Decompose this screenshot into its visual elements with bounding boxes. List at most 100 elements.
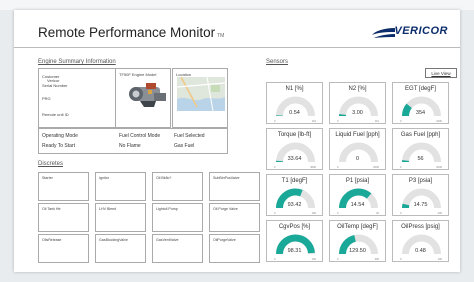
discrete-label: Ignitor <box>99 176 109 180</box>
gauge-dial <box>402 188 441 209</box>
sensors-title: Sensors <box>266 59 289 65</box>
discrete-indicator: LHV Bleed <box>95 203 146 232</box>
gauge-dial <box>339 234 378 255</box>
gauge-min: 0 <box>400 258 402 261</box>
discretes-title: Discretes <box>38 161 64 167</box>
gauge-value: 0.48 <box>415 248 426 254</box>
gauge-card: Gas Fuel [pph] 56 0 2000 <box>392 128 449 170</box>
gauge-card: T1 [degF] 93.42 0 150 <box>266 174 323 216</box>
discrete-label: Starter <box>42 176 53 180</box>
gauge-dial <box>276 188 315 209</box>
gauge-card: P1 [psia] 14.54 0 20 <box>329 174 386 216</box>
location-map[interactable] <box>177 77 225 111</box>
engine-info-panel: Customer Vericor Serial Number PRG Remot… <box>38 68 122 128</box>
gauge-label: Liquid Fuel [pph] <box>335 132 380 138</box>
gauge-max: 3000 <box>310 166 316 169</box>
gauge-value: 354 <box>415 110 426 116</box>
discrete-label: SubBinPosValve <box>213 176 240 180</box>
gauge-value: 14.75 <box>413 202 428 208</box>
gauge-value: 93.42 <box>287 202 302 208</box>
gauge-value: 3.00 <box>352 110 363 116</box>
live-view-button[interactable]: Live View <box>425 68 457 78</box>
gauge-value: 33.64 <box>287 156 302 162</box>
gauge-max: 100 <box>311 258 316 261</box>
gauge-label: N1 [%] <box>285 86 304 92</box>
logo-text: VERICOR <box>394 25 448 37</box>
gauge-min: 0 <box>400 120 402 123</box>
background-strip <box>0 0 474 10</box>
location-panel: Location <box>172 68 228 128</box>
gauge-label: T1 [degF] <box>281 178 308 184</box>
fuel-control-mode-label: Fuel Control Mode <box>119 133 161 139</box>
gauge-value: 0.54 <box>289 110 300 116</box>
gauge-card: OilPress [psig] 0.48 0 100 <box>392 220 449 262</box>
app-header: Remote Performance Monitor TM VERICOR <box>14 10 460 48</box>
gauge-value: 129.50 <box>349 248 366 254</box>
field-serial-label: Serial Number <box>42 83 68 88</box>
gauge-min: 0 <box>400 166 402 169</box>
gauge-max: 100 <box>437 258 442 261</box>
gauge-dial <box>402 96 441 117</box>
operating-mode-label: Operating Mode <box>42 133 78 139</box>
gauge-max: 110 <box>311 120 316 123</box>
gauge-dial <box>276 234 315 255</box>
discrete-label: Lightoil Pump <box>156 207 178 211</box>
trademark-mark: TM <box>217 33 225 39</box>
discrete-label: LHV Bleed <box>99 207 117 211</box>
gauge-min: 0 <box>274 212 276 215</box>
discrete-indicator: OilPurgeValve <box>209 234 260 263</box>
gauge-label: Gas Fuel [pph] <box>400 132 441 138</box>
vericor-logo: VERICOR <box>370 24 448 42</box>
engine-model-label: TF50F Engine Model <box>119 72 157 77</box>
discrete-label: Oil Bkflo? <box>156 176 172 180</box>
gauge-max: 110 <box>374 120 379 123</box>
discrete-label: Oil Tank Htr <box>42 207 61 211</box>
gauge-min: 0 <box>274 120 276 123</box>
gauge-min: 0 <box>274 258 276 261</box>
field-prg-label: PRG <box>42 96 51 101</box>
gauge-value: 56 <box>417 156 424 162</box>
discrete-label: OilPurgeValve <box>213 238 236 242</box>
gauge-label: P1 [psia] <box>345 178 370 184</box>
gauge-dial <box>276 96 315 117</box>
gauge-label: P3 [psia] <box>408 178 433 184</box>
operating-mode-value: Ready To Start <box>42 143 75 149</box>
gauge-max: 300 <box>374 258 379 261</box>
discrete-indicator: GasVentValve <box>152 234 203 263</box>
field-remote-unit-label: Remote unit ID <box>42 112 69 117</box>
gauge-value: 0 <box>355 156 360 162</box>
gauge-card: EGT [degF] 354 0 1600 <box>392 82 449 124</box>
gauge-max: 2000 <box>373 166 379 169</box>
gauge-dial <box>339 96 378 117</box>
discrete-label: GasVentValve <box>156 238 179 242</box>
fuel-control-mode-value: No Flame <box>119 143 141 149</box>
gauge-card: N1 [%] 0.54 0 110 <box>266 82 323 124</box>
gauge-card: P3 [psia] 14.75 0 200 <box>392 174 449 216</box>
discrete-indicator: OilsRelease <box>38 234 89 263</box>
gauge-max: 2000 <box>436 166 442 169</box>
gauge-label: OilPress [psig] <box>401 224 440 230</box>
gauge-dial <box>276 142 315 163</box>
engine-image <box>129 83 166 107</box>
modes-panel: Operating Mode Ready To Start Fuel Contr… <box>38 128 228 154</box>
app-window: Remote Performance Monitor TM VERICOR Eng… <box>14 10 460 272</box>
discrete-indicator: Starter <box>38 172 89 201</box>
gauge-label: CgvPos [%] <box>278 224 311 230</box>
discrete-indicator: GasBlockingValve <box>95 234 146 263</box>
gauge-dial <box>339 142 378 163</box>
gauge-value: 14.54 <box>350 202 365 208</box>
gauge-card: OilTemp [degF] 129.50 0 300 <box>329 220 386 262</box>
gauge-label: N2 [%] <box>348 86 367 92</box>
gauge-max: 1600 <box>436 120 442 123</box>
discrete-indicator: Ignitor <box>95 172 146 201</box>
gauge-min: 0 <box>337 120 339 123</box>
gauge-label: Torque [lb-ft] <box>277 132 312 138</box>
gauge-card: N2 [%] 3.00 0 110 <box>329 82 386 124</box>
gauge-min: 0 <box>274 166 276 169</box>
engine-summary-title: Engine Summary Information <box>38 59 116 65</box>
gauge-card: Torque [lb-ft] 33.64 0 3000 <box>266 128 323 170</box>
discrete-indicator: Oil Purge Valve <box>209 203 260 232</box>
logo-swoosh-icon <box>372 28 395 38</box>
gauge-dial <box>339 188 378 209</box>
gauge-min: 0 <box>400 212 402 215</box>
